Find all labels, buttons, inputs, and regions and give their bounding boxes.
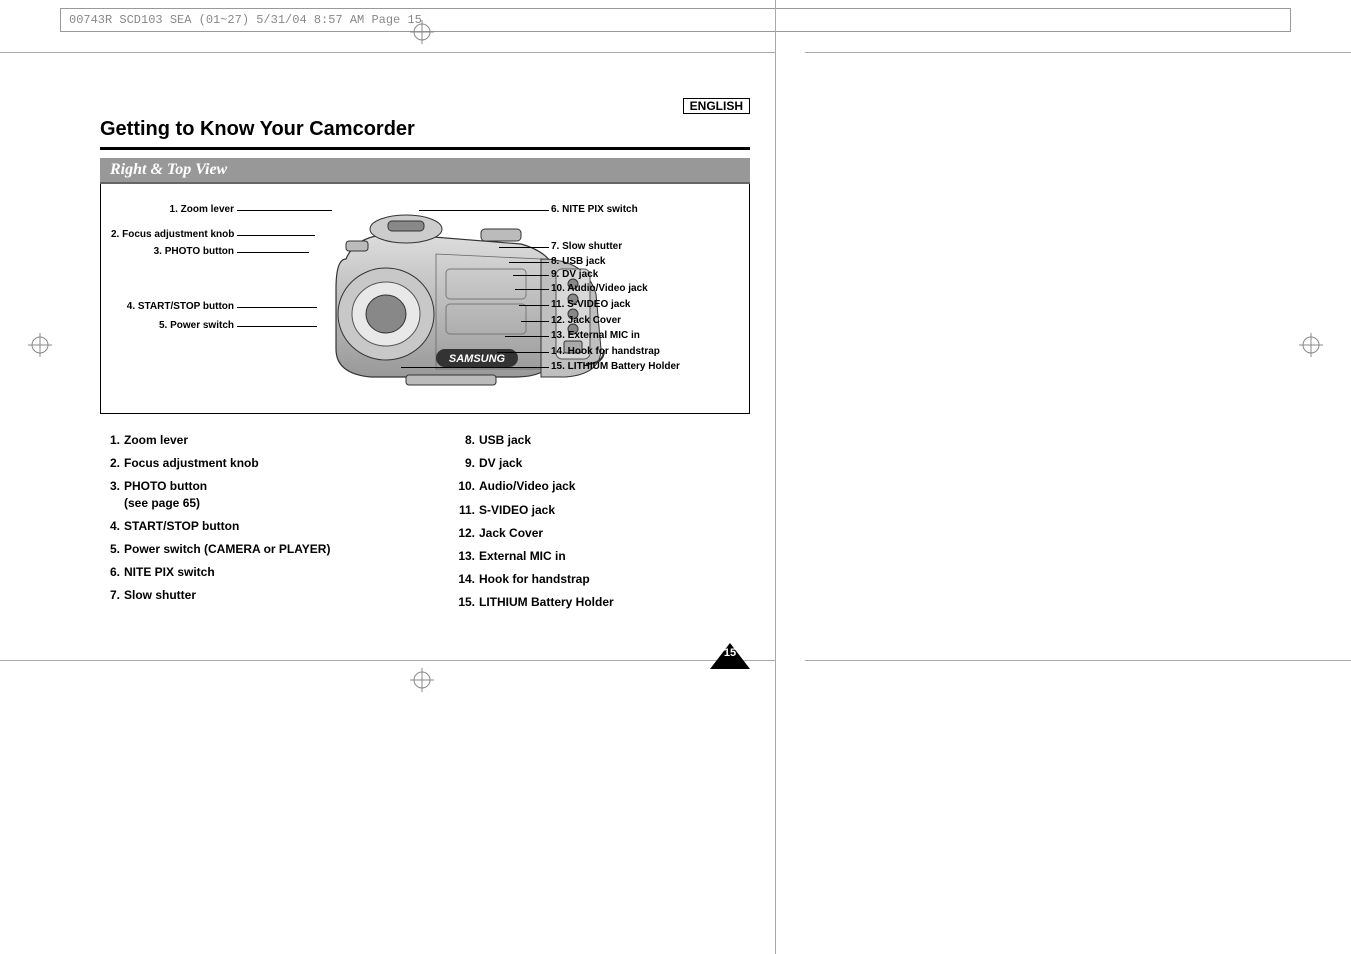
legend-row: 7.Slow shutter: [100, 587, 395, 603]
leader-line: [237, 326, 317, 327]
registration-mark-icon: [410, 20, 434, 44]
legend-text: START/STOP button: [124, 518, 239, 534]
callout-slow-shutter: 7. Slow shutter: [551, 241, 622, 252]
callout-zoom-lever: 1. Zoom lever: [111, 204, 234, 215]
legend-row: 3.PHOTO button (see page 65): [100, 478, 395, 510]
legend-number: 14.: [455, 571, 479, 587]
leader-line: [513, 275, 549, 276]
crop-line: [775, 52, 776, 660]
callout-svideo-jack: 11. S-VIDEO jack: [551, 299, 631, 310]
legend-number: 12.: [455, 525, 479, 541]
legend-text: External MIC in: [479, 548, 566, 564]
legend-text: Power switch (CAMERA or PLAYER): [124, 541, 330, 557]
legend-row: 12.Jack Cover: [455, 525, 750, 541]
leader-line: [401, 367, 549, 368]
legend-text: Hook for handstrap: [479, 571, 590, 587]
legend-number: 2.: [100, 455, 124, 471]
page-number: 15: [710, 647, 750, 659]
legend-number: 3.: [100, 478, 124, 510]
legend-text: S-VIDEO jack: [479, 502, 555, 518]
legend-number: 15.: [455, 594, 479, 610]
crop-line: [775, 660, 776, 954]
callout-start-stop: 4. START/STOP button: [111, 301, 234, 312]
registration-mark-icon: [28, 333, 52, 357]
legend-number: 5.: [100, 541, 124, 557]
manual-page: ENGLISH Getting to Know Your Camcorder R…: [100, 100, 750, 618]
registration-mark-icon: [410, 668, 434, 692]
legend-text: NITE PIX switch: [124, 564, 215, 580]
leader-line: [515, 289, 549, 290]
legend-number: 8.: [455, 432, 479, 448]
legend-row: 1.Zoom lever: [100, 432, 395, 448]
legend-row: 10.Audio/Video jack: [455, 478, 750, 494]
legend-row: 9.DV jack: [455, 455, 750, 471]
page-title: Getting to Know Your Camcorder: [100, 118, 750, 150]
legend-row: 15.LITHIUM Battery Holder: [455, 594, 750, 610]
legend-row: 13.External MIC in: [455, 548, 750, 564]
legend-text: LITHIUM Battery Holder: [479, 594, 614, 610]
leader-line: [521, 321, 549, 322]
crop-line: [805, 52, 1351, 53]
diagram-frame: SAMSUNG 1. Zoom lever 2. Focus adjustmen…: [100, 184, 750, 414]
legend-text: PHOTO button (see page 65): [124, 478, 207, 510]
crop-line: [805, 660, 1351, 661]
legend-text: Focus adjustment knob: [124, 455, 259, 471]
callout-usb-jack: 8. USB jack: [551, 256, 605, 267]
callout-focus-knob: 2. Focus adjustment knob: [111, 229, 234, 240]
legend-columns: 1.Zoom lever2.Focus adjustment knob3.PHO…: [100, 432, 750, 618]
leader-line: [237, 252, 309, 253]
legend-row: 8.USB jack: [455, 432, 750, 448]
registration-mark-icon: [1299, 333, 1323, 357]
callout-av-jack: 10. Audio/Video jack: [551, 283, 648, 294]
leader-line: [237, 235, 315, 236]
language-badge: ENGLISH: [683, 98, 750, 114]
leader-line: [237, 307, 317, 308]
print-proof-header: 00743R SCD103 SEA (01~27) 5/31/04 8:57 A…: [60, 8, 1291, 32]
leader-line: [499, 247, 549, 248]
leader-line: [509, 262, 549, 263]
legend-number: 13.: [455, 548, 479, 564]
leader-line: [505, 336, 549, 337]
leader-line: [519, 305, 549, 306]
callout-jack-cover: 12. Jack Cover: [551, 315, 621, 326]
leader-line: [237, 210, 332, 211]
crop-line: [775, 0, 776, 52]
crop-line: [0, 660, 776, 661]
legend-number: 1.: [100, 432, 124, 448]
leader-line: [419, 210, 549, 211]
callout-external-mic: 13. External MIC in: [551, 330, 640, 341]
section-subheading: Right & Top View: [100, 158, 750, 184]
callout-photo-button: 3. PHOTO button: [111, 246, 234, 257]
callout-power-switch: 5. Power switch: [111, 320, 234, 331]
legend-column-a: 1.Zoom lever2.Focus adjustment knob3.PHO…: [100, 432, 395, 618]
legend-number: 7.: [100, 587, 124, 603]
legend-number: 10.: [455, 478, 479, 494]
legend-row: 14.Hook for handstrap: [455, 571, 750, 587]
legend-row: 6.NITE PIX switch: [100, 564, 395, 580]
legend-text: Jack Cover: [479, 525, 543, 541]
crop-line: [0, 52, 776, 53]
brand-text: SAMSUNG: [449, 353, 506, 365]
legend-column-b: 8.USB jack9.DV jack10.Audio/Video jack11…: [455, 432, 750, 618]
callout-dv-jack: 9. DV jack: [551, 269, 598, 280]
page-number-badge: 15: [710, 643, 750, 674]
legend-row: 11.S-VIDEO jack: [455, 502, 750, 518]
legend-number: 11.: [455, 502, 479, 518]
callout-nite-pix: 6. NITE PIX switch: [551, 204, 638, 215]
legend-row: 4.START/STOP button: [100, 518, 395, 534]
legend-text: DV jack: [479, 455, 522, 471]
legend-text: Zoom lever: [124, 432, 188, 448]
legend-text: Slow shutter: [124, 587, 196, 603]
legend-number: 6.: [100, 564, 124, 580]
legend-text: USB jack: [479, 432, 531, 448]
legend-number: 9.: [455, 455, 479, 471]
legend-row: 2.Focus adjustment knob: [100, 455, 395, 471]
legend-number: 4.: [100, 518, 124, 534]
callout-lithium-battery: 15. LITHIUM Battery Holder: [551, 361, 680, 372]
legend-text: Audio/Video jack: [479, 478, 575, 494]
legend-row: 5.Power switch (CAMERA or PLAYER): [100, 541, 395, 557]
leader-line: [497, 352, 549, 353]
callout-hook-handstrap: 14. Hook for handstrap: [551, 346, 660, 357]
